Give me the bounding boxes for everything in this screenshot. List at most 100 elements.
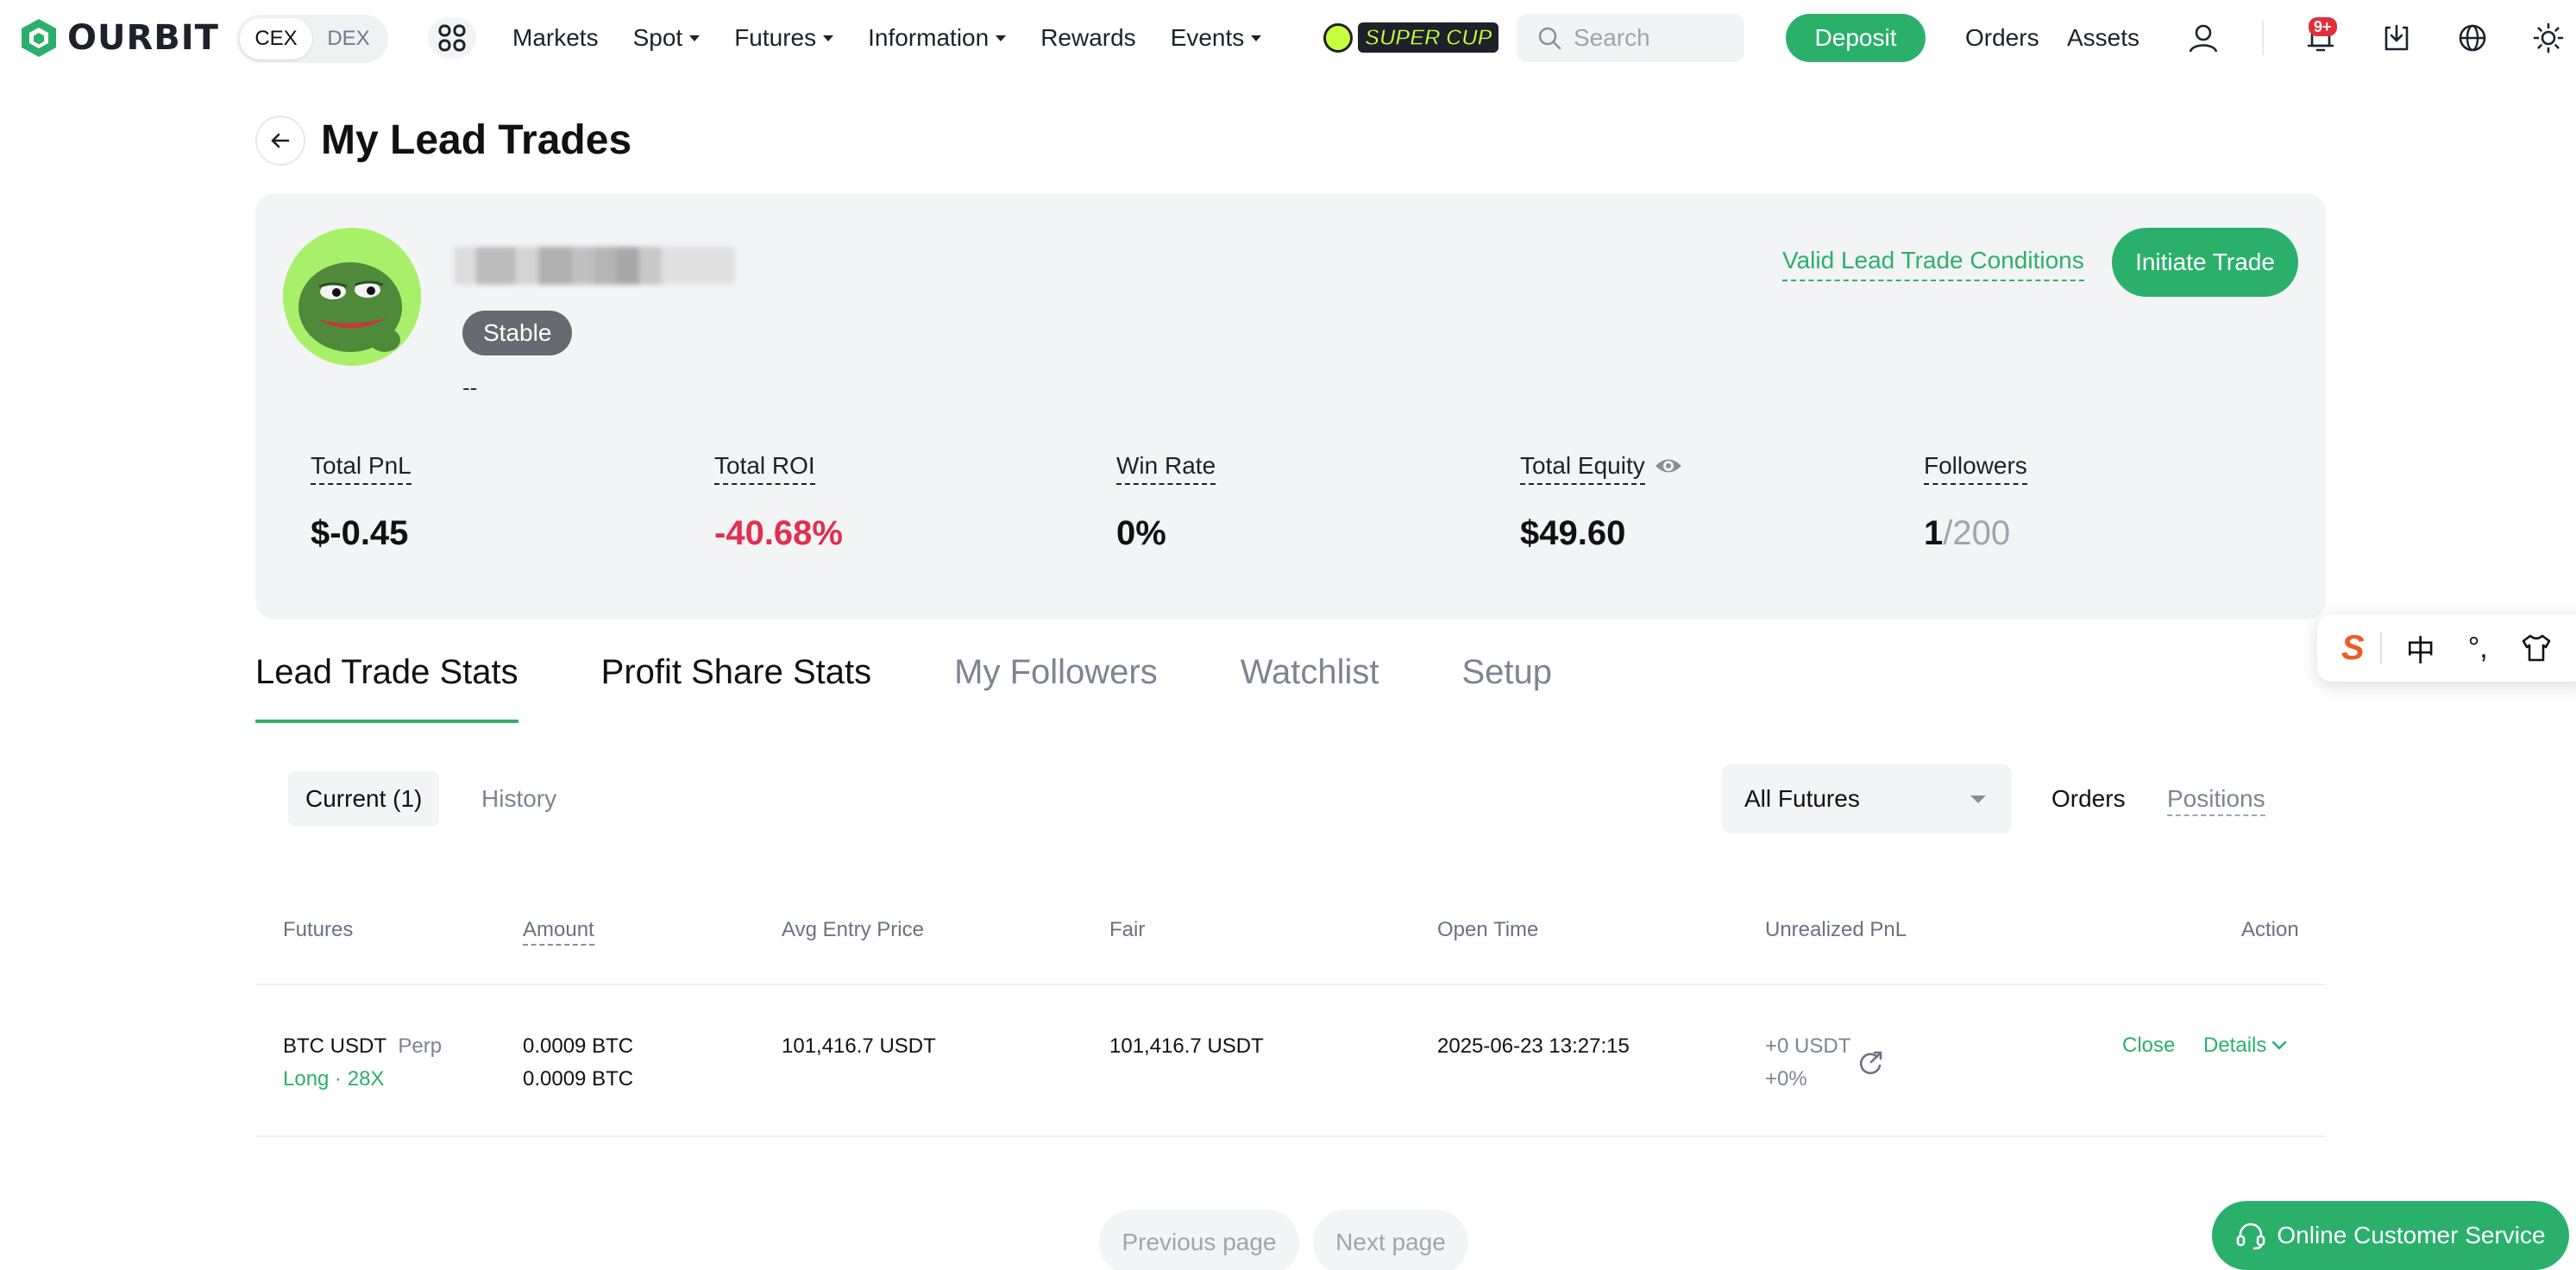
arrow-left-icon [271,133,290,148]
stat-total-equity: Total Equity $49.60 [1520,452,1683,553]
nav-futures[interactable]: Futures [734,24,834,52]
symbol[interactable]: BTC USDT [283,1034,386,1058]
header-futures: Futures [283,918,354,941]
nav-markets[interactable]: Markets [512,24,599,52]
stat-label[interactable]: Total Equity [1520,452,1645,485]
back-button[interactable] [255,116,305,166]
ime-logo[interactable]: S [2341,629,2365,668]
stat-label[interactable]: Win Rate [1116,452,1216,485]
stat-win-rate: Win Rate 0% [1116,452,1216,553]
shirt-icon[interactable] [2521,633,2552,663]
stat-label[interactable]: Total PnL [311,452,412,485]
header-unrealized-pnl: Unrealized PnL [1765,918,1907,941]
apps-button[interactable] [428,17,476,59]
super-cup-promo[interactable]: SUPER CUP [1323,22,1499,53]
tab-watchlist[interactable]: Watchlist [1241,645,1379,723]
logo-icon [22,19,56,57]
download-button[interactable] [2378,19,2416,57]
header-divider [2262,21,2264,55]
orders-toggle[interactable]: Orders [2051,785,2126,813]
brand-logo[interactable]: OURBIT [19,17,219,59]
assets-menu[interactable]: Assets [2067,24,2139,52]
language-button[interactable] [2453,19,2491,57]
futures-select-value: All Futures [1744,785,1860,812]
tab-profit-share-stats[interactable]: Profit Share Stats [601,645,871,723]
nav-label: Information [868,24,990,51]
frog-avatar-icon [283,228,421,366]
contract-type: Perp [398,1034,443,1058]
stat-label[interactable]: Followers [1924,452,2027,485]
dex-option[interactable]: DEX [312,18,385,60]
deposit-button[interactable]: Deposit [1786,14,1926,62]
search-box[interactable] [1517,14,1744,62]
ime-punctuation-toggle[interactable]: °, [2468,632,2488,665]
customer-service-button[interactable]: Online Customer Service [2212,1201,2569,1270]
cell-avg-entry: 101,416.7 USDT [782,1034,936,1058]
ime-language-toggle[interactable]: 中 [2406,627,2435,670]
close-position-button[interactable]: Close [2122,1034,2175,1058]
share-icon[interactable] [1857,1049,1884,1077]
header-open-time: Open Time [1437,918,1539,941]
cex-dex-toggle[interactable]: CEX DEX [236,15,388,63]
stat-total-roi: Total ROI -40.68% [714,452,843,553]
orders-menu[interactable]: Orders [1965,24,2039,52]
stat-label[interactable]: Total ROI [714,452,815,485]
nav-label: Rewards [1040,24,1136,51]
followers-max: /200 [1943,514,2011,552]
customer-service-label: Online Customer Service [2277,1222,2546,1248]
amount-value: 0.0009 BTC [523,1034,634,1058]
header-amount[interactable]: Amount [523,918,594,946]
caret-down-icon [996,35,1007,41]
tab-lead-trade-stats[interactable]: Lead Trade Stats [255,645,518,723]
main-nav: Markets Spot Futures Information Rewards… [512,21,1296,55]
caret-down-icon [1251,35,1262,41]
details-button[interactable]: Details [2203,1034,2287,1058]
stat-label-row: Total Equity [1520,452,1683,485]
table-divider [255,984,2326,985]
history-subtab[interactable]: History [464,771,574,827]
current-subtab[interactable]: Current (1) [288,771,440,827]
pnl-percent: +0% [1765,1067,1807,1091]
globe-icon [2459,24,2486,52]
search-input[interactable] [1574,24,1737,52]
cex-option[interactable]: CEX [240,18,312,60]
cell-open-time: 2025-06-23 13:27:15 [1437,1034,1630,1058]
table-divider [255,1135,2326,1137]
user-button[interactable] [2184,19,2222,57]
download-icon [2384,24,2409,51]
initiate-trade-button[interactable]: Initiate Trade [2112,228,2298,297]
nav-spot[interactable]: Spot [633,24,701,52]
side-leverage: Long · 28X [283,1067,385,1091]
positions-toggle[interactable]: Positions [2167,785,2265,816]
headset-icon [2237,1223,2265,1250]
valid-conditions-link[interactable]: Valid Lead Trade Conditions [1782,247,2084,281]
next-page-button[interactable]: Next page [1313,1210,1468,1270]
previous-page-button[interactable]: Previous page [1099,1210,1299,1270]
nav-rewards[interactable]: Rewards [1040,24,1135,52]
amount-value: 0.0009 BTC [523,1067,634,1091]
caret-down-icon [689,35,701,41]
ime-divider [2379,632,2382,663]
brand-name: OURBIT [67,18,219,58]
eye-icon[interactable] [1654,455,1683,477]
cell-futures: BTC USDT Perp Long · 28X [283,1030,442,1096]
header-action: Action [2241,918,2299,941]
tab-my-followers[interactable]: My Followers [954,645,1158,723]
futures-select[interactable]: All Futures [1722,764,2012,833]
cell-unrealized-pnl: +0 USDT +0% [1765,1030,1850,1096]
stat-value: -40.68% [714,514,843,552]
nav-information[interactable]: Information [868,24,1007,52]
sun-icon [2533,22,2564,53]
nav-events[interactable]: Events [1171,24,1262,52]
nav-label: Events [1170,24,1245,51]
chevron-down-icon [2272,1041,2287,1050]
theme-button[interactable] [2529,19,2567,57]
symbol-line: BTC USDT Perp [283,1030,442,1063]
bio-text: -- [462,374,478,400]
nav-label: Markets [512,24,599,51]
tab-setup[interactable]: Setup [1462,645,1553,723]
details-label: Details [2203,1034,2267,1057]
super-cup-label: SUPER CUP [1358,22,1499,53]
soccer-ball-icon [1323,22,1353,53]
pnl-value: +0 USDT [1765,1034,1851,1058]
